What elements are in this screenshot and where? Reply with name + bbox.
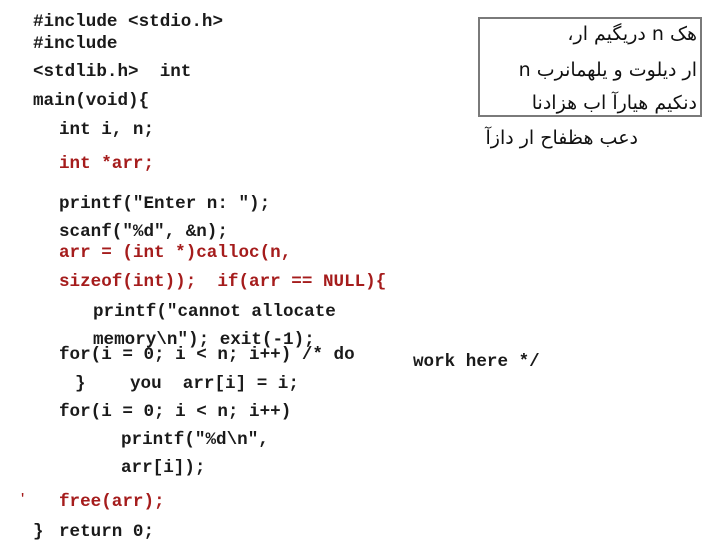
code-line-highlighted: sizeof(int)); if(arr == NULL){ [59, 272, 387, 292]
code-line-highlighted: int *arr; [59, 154, 155, 174]
code-line: arr[i]); [121, 458, 206, 478]
code-line: #include <stdio.h> [33, 12, 224, 32]
note-line: ار دیلوت و يلهمانرب n [518, 59, 697, 81]
code-brace: } [75, 374, 86, 394]
code-line: scanf("%d", &n); [59, 222, 228, 242]
code-line: you arr[i] = i; [130, 374, 299, 394]
code-line: return 0; [59, 522, 155, 542]
note-line: دعب هظفاح ار دازآ [485, 127, 639, 149]
code-brace: } [33, 522, 44, 542]
code-line: for(i = 0; i < n; i++) /* do [59, 345, 355, 365]
code-line: printf("%d\n", [121, 430, 269, 450]
note-line: دنکيم هیارآ اب هزادنا [531, 92, 697, 114]
code-line: printf("Enter n: "); [59, 194, 271, 214]
code-line: #include [33, 34, 118, 54]
code-line-highlighted: arr = (int *)calloc(n, [59, 243, 292, 263]
code-line-highlighted: free(arr); [59, 492, 165, 512]
code-comment: work here */ [413, 352, 540, 372]
stray-mark: ' [19, 492, 27, 506]
code-line: int i, n; [59, 120, 155, 140]
code-line: printf("cannot allocate [93, 302, 336, 322]
code-line: for(i = 0; i < n; i++) [59, 402, 292, 422]
note-line: هک n دریگیم ار، [567, 23, 697, 45]
code-line: <stdlib.h> int [33, 62, 192, 82]
code-line: main(void){ [33, 91, 150, 111]
